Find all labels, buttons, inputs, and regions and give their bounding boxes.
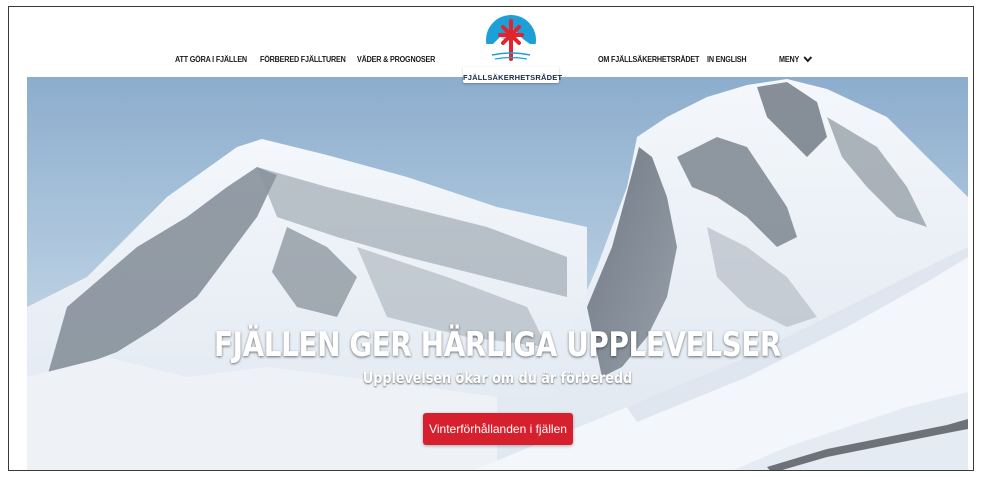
- hero-banner: FJÄLLEN GER HÄRLIGA UPPLEVELSER Upplevel…: [27, 77, 968, 470]
- mountain-cross-logo: [488, 19, 534, 65]
- cta-button[interactable]: Vinterförhållanden i fjällen: [423, 413, 573, 445]
- hero-subtitle: Upplevelsen ökar om du är förberedd: [362, 369, 633, 387]
- menu-button[interactable]: MENY: [779, 55, 813, 64]
- nav-link-vader[interactable]: VÄDER & PROGNOSER: [357, 55, 435, 64]
- nav-link-in-english[interactable]: IN ENGLISH: [707, 55, 747, 64]
- mountain-landscape-image: [27, 77, 968, 470]
- site-logo[interactable]: FJÄLLSÄKERHETSRÅDET: [459, 13, 563, 93]
- menu-label: MENY: [779, 55, 799, 64]
- nav-link-forbered[interactable]: FÖRBERED FJÄLLTUREN: [260, 55, 346, 64]
- nav-link-om[interactable]: OM FJÄLLSÄKERHETSRÅDET: [598, 55, 699, 64]
- logo-emblem: [486, 15, 536, 65]
- browser-viewport: ATT GÖRA I FJÄLLEN FÖRBERED FJÄLLTUREN V…: [8, 6, 974, 471]
- nav-link-att-gora[interactable]: ATT GÖRA I FJÄLLEN: [175, 55, 247, 64]
- logo-plate: FJÄLLSÄKERHETSRÅDET: [463, 67, 563, 83]
- logo-text: FJÄLLSÄKERHETSRÅDET: [463, 73, 563, 82]
- hero-title: FJÄLLEN GER HÄRLIGA UPPLEVELSER: [213, 325, 781, 365]
- chevron-down-icon: [803, 56, 813, 63]
